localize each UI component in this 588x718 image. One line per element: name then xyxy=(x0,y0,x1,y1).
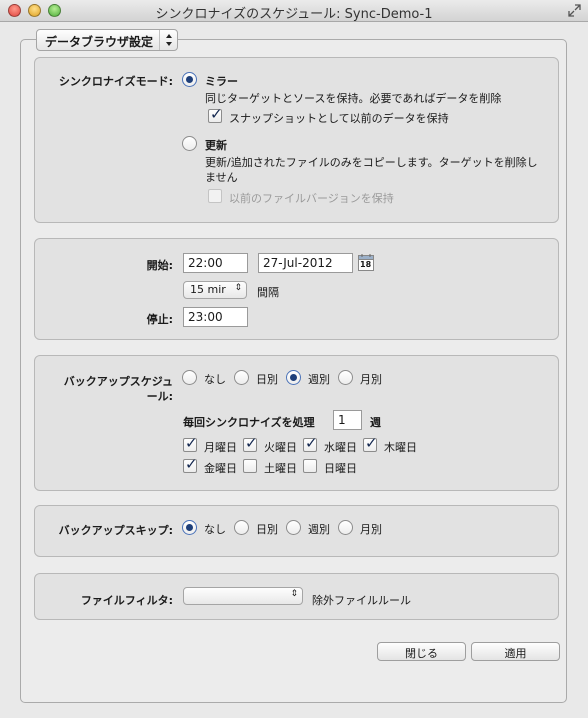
skip-radio-0[interactable] xyxy=(182,520,197,535)
weekday-checkbox-6[interactable] xyxy=(303,459,317,473)
every-sync-field[interactable]: 1 xyxy=(333,410,362,430)
skip-label-0: なし xyxy=(204,523,226,536)
calendar-day: 18 xyxy=(360,260,372,269)
schedule-radio-3[interactable] xyxy=(338,370,353,385)
every-sync-unit: 週 xyxy=(370,416,381,429)
stop-label: 停止: xyxy=(146,313,173,326)
update-description-line1: 更新/追加されたファイルのみをコピーします。ターゲットを削除し xyxy=(205,156,538,169)
mirror-description: 同じターゲットとソースを保持。必要であればデータを削除 xyxy=(205,92,502,105)
chevron-updown-icon: ⇕ xyxy=(290,589,298,599)
keep-snapshot-checkbox[interactable]: ✓ xyxy=(208,105,223,123)
weekday-label-5: 土曜日 xyxy=(264,462,297,475)
calendar-icon[interactable]: 18 xyxy=(358,254,374,271)
schedule-radio-2[interactable] xyxy=(286,370,301,385)
schedule-radio-0[interactable] xyxy=(182,370,197,385)
weekday-checkbox-1[interactable]: ✓ xyxy=(243,434,258,452)
weekday-label-4: 金曜日 xyxy=(204,462,237,475)
file-filter-label: ファイルフィルタ: xyxy=(80,594,173,607)
sync-mode-label: シンクロナイズモード: xyxy=(58,75,173,88)
settings-popup-label: データブラウザ設定 xyxy=(45,35,154,49)
weekday-label-2: 水曜日 xyxy=(324,441,357,454)
start-label: 開始: xyxy=(146,259,173,272)
file-filter-rule-label: 除外ファイルルール xyxy=(312,594,411,607)
skip-label-3: 月別 xyxy=(360,523,382,536)
stop-time-field[interactable]: 23:00 xyxy=(183,307,248,327)
weekday-checkbox-4[interactable]: ✓ xyxy=(183,455,198,473)
schedule-label-0: なし xyxy=(204,373,226,386)
skip-radio-1[interactable] xyxy=(234,520,249,535)
weekday-checkbox-5[interactable] xyxy=(243,459,257,473)
weekday-label-3: 木曜日 xyxy=(384,441,417,454)
checkmark-icon: ✓ xyxy=(365,434,378,452)
update-radio[interactable] xyxy=(182,136,197,151)
weekday-checkbox-3[interactable]: ✓ xyxy=(363,434,378,452)
title-bar: シンクロナイズのスケジュール: Sync-Demo-1 xyxy=(0,0,588,22)
update-description-line2: ません xyxy=(205,171,238,184)
weekday-checkbox-2[interactable]: ✓ xyxy=(303,434,318,452)
checkmark-icon: ✓ xyxy=(245,434,258,452)
weekday-label-1: 火曜日 xyxy=(264,441,297,454)
schedule-radio-1[interactable] xyxy=(234,370,249,385)
keep-snapshot-label: スナップショットとして以前のデータを保持 xyxy=(229,112,449,125)
apply-button[interactable]: 適用 xyxy=(471,642,560,661)
backup-schedule-label-line2: ール: xyxy=(146,390,173,403)
every-sync-label: 毎回シンクロナイズを処理 xyxy=(183,416,315,429)
skip-radio-2[interactable] xyxy=(286,520,301,535)
keep-versions-label: 以前のファイルバージョンを保持 xyxy=(229,192,394,205)
backup-schedule-label-line1: バックアップスケジュ xyxy=(63,375,173,388)
mirror-label: ミラー xyxy=(205,75,238,88)
interval-label: 間隔 xyxy=(257,286,279,299)
weekday-label-6: 日曜日 xyxy=(324,462,357,475)
checkmark-icon: ✓ xyxy=(210,105,223,123)
mirror-radio[interactable] xyxy=(182,72,197,87)
weekday-label-0: 月曜日 xyxy=(204,441,237,454)
skip-label-1: 日別 xyxy=(256,523,278,536)
checkmark-icon: ✓ xyxy=(185,434,198,452)
backup-skip-label: バックアップスキップ: xyxy=(58,524,173,537)
settings-popup[interactable]: データブラウザ設定 xyxy=(36,29,179,51)
schedule-label-3: 月別 xyxy=(360,373,382,386)
close-button[interactable]: 閉じる xyxy=(377,642,466,661)
skip-radio-3[interactable] xyxy=(338,520,353,535)
interval-value: 15 mir xyxy=(190,283,226,296)
skip-label-2: 週別 xyxy=(308,523,330,536)
weekday-checkbox-0[interactable]: ✓ xyxy=(183,434,198,452)
window-title: シンクロナイズのスケジュール: Sync-Demo-1 xyxy=(155,7,433,22)
start-date-field[interactable]: 27-Jul-2012 xyxy=(258,253,353,273)
fullscreen-icon[interactable] xyxy=(568,4,581,17)
file-filter-popup[interactable]: ⇕ xyxy=(183,587,303,605)
keep-versions-checkbox[interactable] xyxy=(208,189,222,203)
schedule-label-2: 週別 xyxy=(308,373,330,386)
start-time-field[interactable]: 22:00 xyxy=(183,253,248,273)
chevron-updown-icon xyxy=(159,30,177,50)
schedule-label-1: 日別 xyxy=(256,373,278,386)
checkmark-icon: ✓ xyxy=(185,455,198,473)
checkmark-icon: ✓ xyxy=(305,434,318,452)
interval-popup[interactable]: 15 mir ⇕ xyxy=(183,281,247,299)
update-label: 更新 xyxy=(205,139,227,152)
chevron-updown-icon: ⇕ xyxy=(234,283,242,293)
